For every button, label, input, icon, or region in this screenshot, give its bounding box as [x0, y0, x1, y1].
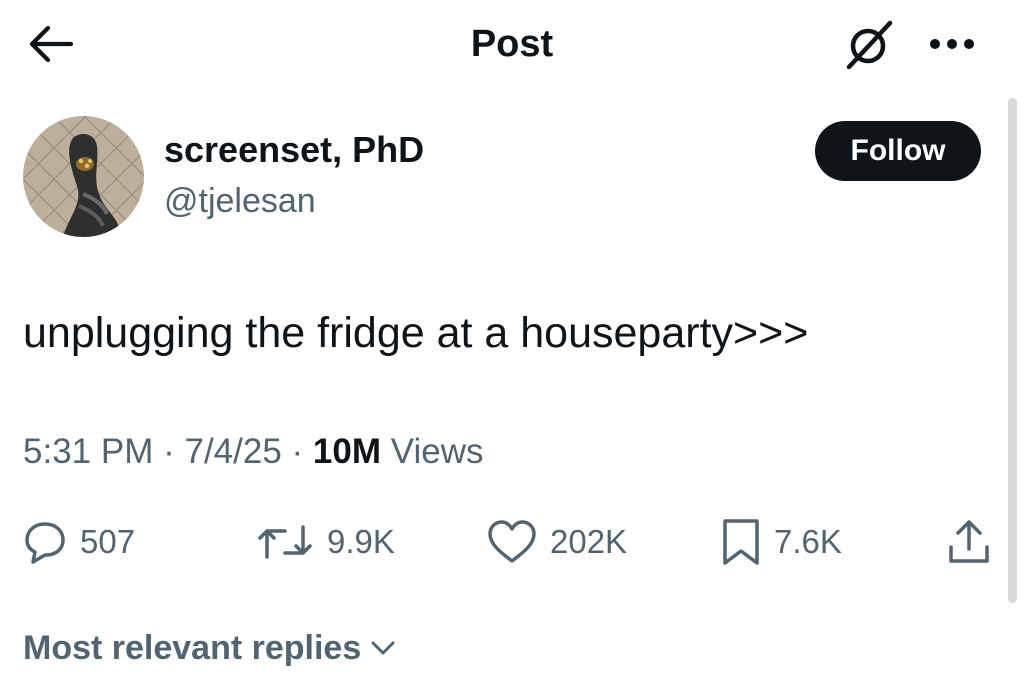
post-time[interactable]: 5:31 PM: [23, 432, 153, 471]
reply-icon: [25, 522, 65, 564]
repost-button[interactable]: 9.9K: [255, 510, 395, 574]
repost-icon: [258, 525, 312, 559]
grok-icon: [846, 20, 893, 70]
like-button[interactable]: 202K: [486, 510, 627, 574]
post-date[interactable]: 7/4/25: [184, 432, 281, 471]
post-text: unplugging the fridge at a houseparty>>>: [23, 309, 809, 357]
grok-button[interactable]: [838, 14, 902, 74]
share-icon: [949, 520, 989, 563]
more-options-button[interactable]: [920, 22, 984, 66]
chevron-down-icon: [369, 638, 397, 658]
follow-button[interactable]: Follow: [815, 121, 981, 181]
bookmark-icon: [723, 519, 759, 565]
post-meta: 5:31 PM · 7/4/25 · 10M Views: [23, 430, 483, 474]
repost-count: 9.9K: [327, 523, 395, 560]
meta-separator: ·: [163, 432, 175, 471]
action-bar: 507 9.9K 202K 7.6K: [0, 510, 1024, 574]
top-bar: Post: [0, 0, 1024, 90]
reply-button[interactable]: 507: [22, 510, 135, 574]
views-count: 10M: [312, 432, 382, 471]
heart-icon: [488, 520, 536, 563]
avatar[interactable]: [23, 116, 144, 237]
bookmark-button[interactable]: 7.6K: [720, 510, 842, 574]
views-label: Views: [390, 432, 484, 471]
replies-sort-label: Most relevant replies: [23, 629, 362, 667]
share-button[interactable]: [946, 510, 992, 574]
avatar-image: [23, 116, 144, 237]
reply-count: 507: [80, 523, 136, 560]
display-name[interactable]: screenset, PhD: [164, 128, 424, 172]
more-dots-icon: [930, 39, 974, 49]
handle[interactable]: @tjelesan: [164, 180, 316, 222]
replies-sort-dropdown[interactable]: Most relevant replies: [23, 626, 397, 670]
like-count: 202K: [550, 523, 628, 560]
bookmark-count: 7.6K: [774, 523, 842, 560]
meta-separator: ·: [291, 432, 304, 471]
